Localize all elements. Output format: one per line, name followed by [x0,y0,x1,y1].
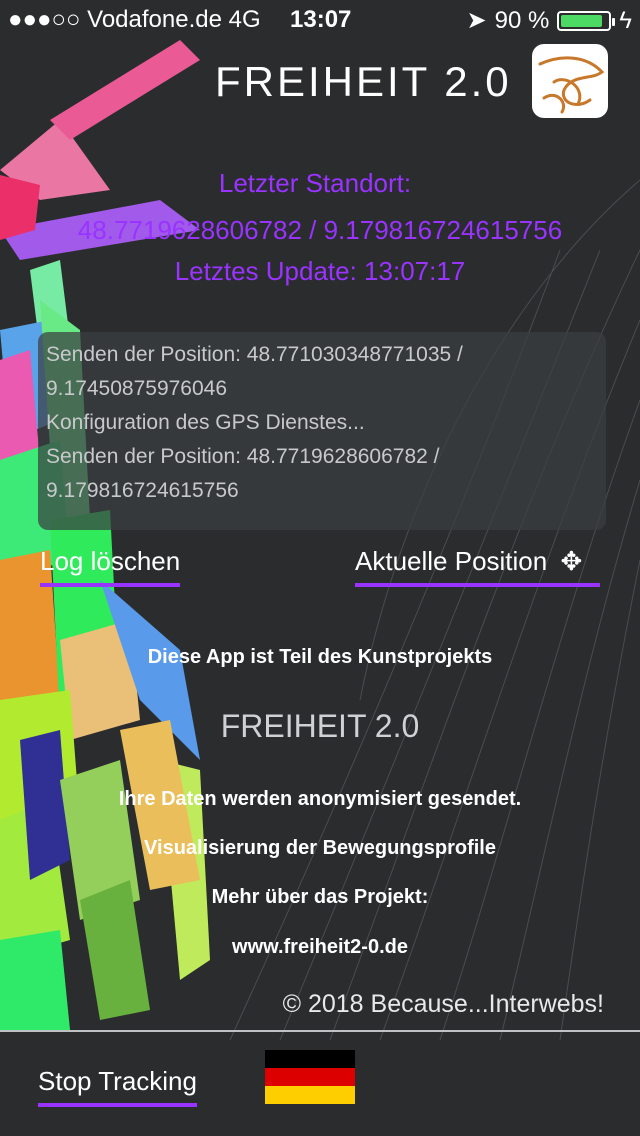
info-line-anonymized: Ihre Daten werden anonymisiert gesendet. [118,788,522,810]
last-location-coords: 48.7719628606782 / 9.179816724615756 [77,215,563,245]
battery-icon [557,10,616,31]
crosshair-icon: ✥ [560,546,583,576]
flag-stripe [265,1086,355,1104]
stop-tracking-button[interactable]: Stop Tracking [38,1066,197,1107]
project-url-link[interactable]: www.freiheit2-0.de [0,936,640,959]
info-line-more: Mehr über das Projekt: [211,886,429,908]
bolt-icon: ϟ [619,6,632,34]
log-line: Senden der Position: 48.771030348771035 … [46,343,463,366]
current-position-button[interactable]: Aktuelle Position ✥ [355,546,600,587]
clear-log-label: Log löschen [40,546,181,576]
language-flag-german[interactable] [265,1050,355,1104]
location-arrow-icon: ➤ [466,7,487,34]
battery-percent: 90 % [494,6,550,34]
info-line-art-project: Diese App ist Teil des Kunstprojekts [147,646,493,668]
flag-stripe [265,1050,355,1068]
log-line: 9.17450875976046 [46,377,228,400]
log-line: Konfiguration des GPS Dienstes... [46,411,365,434]
log-line: Senden der Position: 48.7719628606782 / [46,445,440,468]
log-line: 9.179816724615756 [46,479,239,502]
status-right: ➤ 90 % ϟ [466,6,632,35]
last-update-time: Letztes Update: 13:07:17 [174,256,466,286]
last-location-title: Letzter Standort: [218,168,412,198]
status-bar: ●●●○○ Vodafone.de 4G 13:07 ➤ 90 % ϟ [0,0,640,40]
log-panel[interactable]: Senden der Position: 48.771030348771035 … [38,332,606,530]
clear-log-button[interactable]: Log löschen [40,546,181,587]
clock: 13:07 [290,6,352,33]
copyright: © 2018 Because...Interwebs! [282,990,604,1018]
info-line-visualization: Visualisierung der Bewegungsprofile [144,837,496,859]
app-logo [532,44,608,118]
app-title: FREIHEIT 2.0 [215,58,512,105]
current-position-label: Aktuelle Position [355,546,548,576]
footer-divider [0,1030,640,1032]
stop-tracking-label: Stop Tracking [38,1066,197,1096]
flag-stripe [265,1068,355,1086]
project-title: FREIHEIT 2.0 [220,708,420,744]
carrier-label: ●●●○○ Vodafone.de 4G [8,6,261,33]
